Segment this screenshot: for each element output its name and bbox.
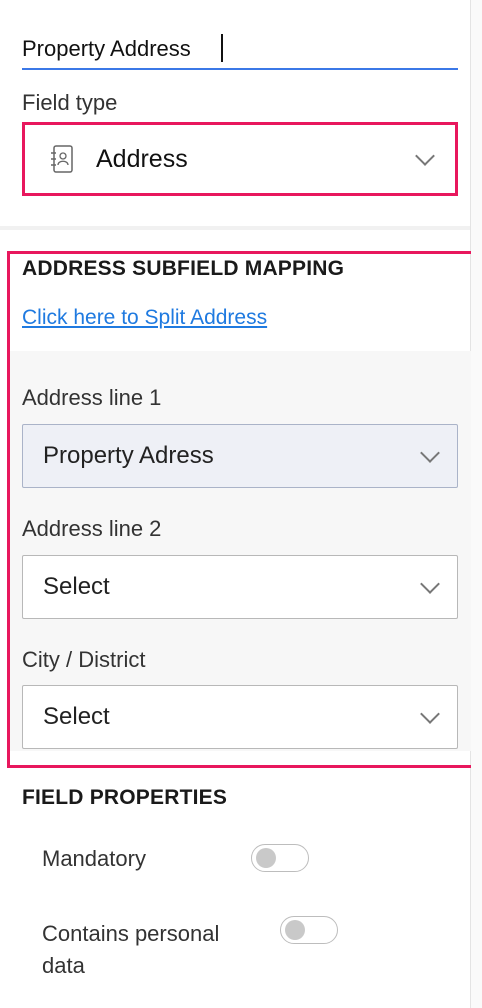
address-line2-select[interactable]: Select: [22, 555, 458, 619]
chevron-down-icon: [420, 443, 440, 463]
toggle-knob: [285, 920, 305, 940]
field-settings-panel: Field type Address ADDRESS SUBFIELD MAPP…: [0, 0, 477, 1008]
field-name-input[interactable]: [22, 30, 458, 70]
personal-data-label-line1: Contains personal: [42, 921, 220, 946]
city-district-value: Select: [43, 703, 110, 730]
personal-data-label: Contains personal data: [42, 918, 219, 982]
city-district-label: City / District: [22, 647, 146, 672]
city-district-select[interactable]: Select: [22, 685, 458, 749]
chevron-down-icon: [420, 574, 440, 594]
adjacent-panel-edge: [471, 0, 482, 1008]
address-line1-select[interactable]: Property Adress: [22, 424, 458, 488]
field-type-value: Address: [96, 144, 188, 173]
field-properties-title: FIELD PROPERTIES: [22, 786, 228, 809]
section-divider: [0, 226, 470, 230]
split-address-link[interactable]: Click here to Split Address: [22, 306, 267, 330]
mandatory-toggle[interactable]: [251, 844, 309, 872]
chevron-down-icon: [415, 146, 435, 166]
personal-data-toggle[interactable]: [280, 916, 338, 944]
address-mapping-title: ADDRESS SUBFIELD MAPPING: [22, 257, 345, 280]
address-line2-value: Select: [43, 573, 110, 600]
text-caret: [221, 34, 223, 62]
chevron-down-icon: [420, 704, 440, 724]
address-line1-label: Address line 1: [22, 385, 162, 410]
toggle-knob: [256, 848, 276, 868]
mandatory-label: Mandatory: [42, 846, 146, 871]
field-type-select[interactable]: Address: [28, 128, 452, 190]
address-line2-label: Address line 2: [22, 516, 162, 541]
field-type-label: Field type: [22, 90, 118, 115]
personal-data-label-line2: data: [42, 953, 85, 978]
address-book-icon: [50, 144, 74, 174]
address-line1-value: Property Adress: [43, 442, 214, 469]
